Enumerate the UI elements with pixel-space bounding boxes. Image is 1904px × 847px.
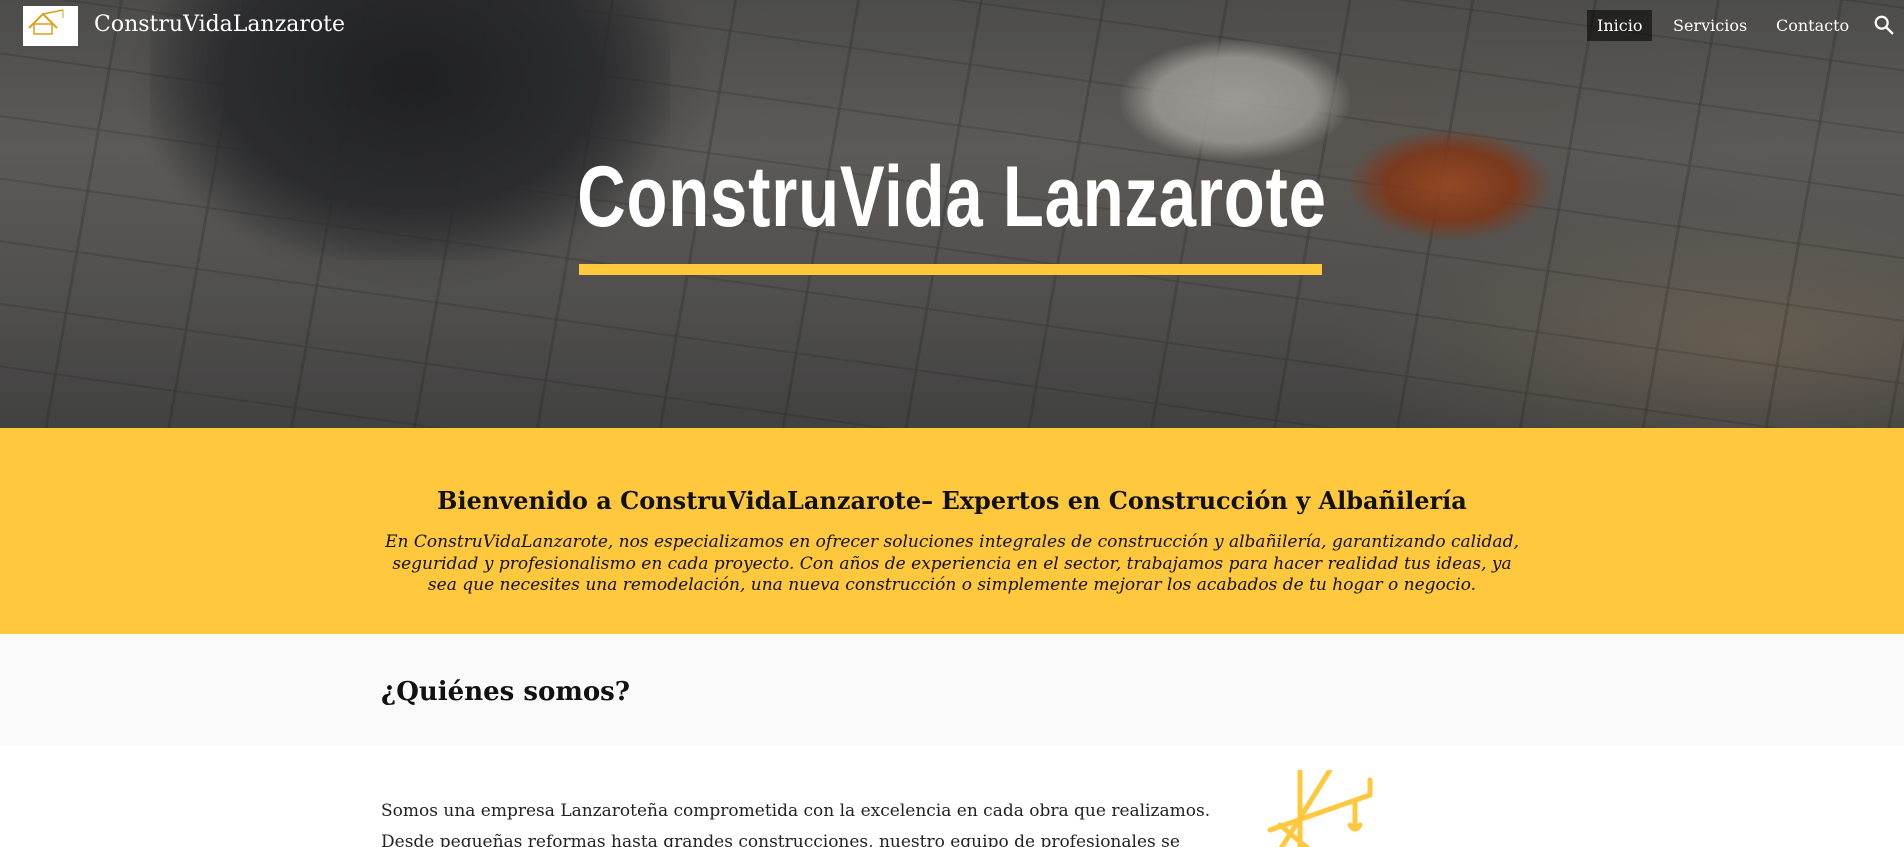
about-title: ¿Quiénes somos?: [381, 677, 631, 707]
welcome-title: Bienvenido a ConstruVidaLanzarote– Exper…: [437, 486, 1467, 515]
hero-title: ConstruVida Lanzarote: [577, 149, 1327, 245]
nav-item-inicio[interactable]: Inicio: [1587, 10, 1653, 41]
about-header-section: ¿Quiénes somos?: [0, 634, 1904, 746]
top-navigation: ConstruVidaLanzarote Inicio Servicios Co…: [0, 0, 1904, 52]
nav-item-contacto[interactable]: Contacto: [1766, 10, 1859, 41]
logo-house-icon: [23, 6, 78, 46]
site-title[interactable]: ConstruVidaLanzarote: [94, 12, 345, 37]
nav-item-servicios[interactable]: Servicios: [1663, 10, 1757, 41]
crane-icon: [1267, 770, 1373, 847]
welcome-text: En ConstruVidaLanzarote, nos especializa…: [385, 532, 1519, 595]
welcome-section: Bienvenido a ConstruVidaLanzarote– Exper…: [0, 428, 1904, 634]
about-text: Somos una empresa Lanzaroteña comprometi…: [381, 801, 1211, 847]
hero-banner: ConstruVida Lanzarote: [0, 0, 1904, 428]
about-content-section: Somos una empresa Lanzaroteña comprometi…: [0, 746, 1904, 847]
site-logo[interactable]: [23, 6, 78, 46]
hero-title-underline: [579, 264, 1322, 275]
search-icon[interactable]: [1873, 14, 1895, 36]
